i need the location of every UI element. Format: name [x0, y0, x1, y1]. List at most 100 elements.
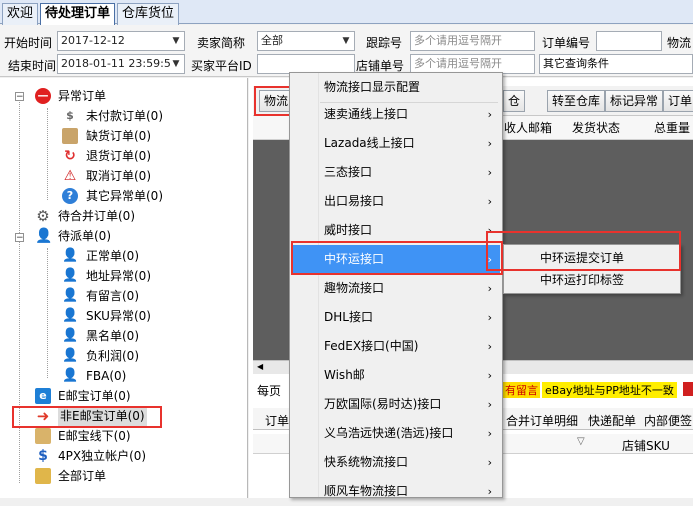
tree-item-dispatch[interactable]: 待派单(0) — [58, 226, 111, 246]
tab-warehouse-location[interactable]: 仓库货位 — [117, 3, 180, 25]
bottom-tab-merge-detail[interactable]: 合并订单明细 — [506, 412, 578, 429]
tree-item-unpaid[interactable]: 未付款订单(0) — [86, 106, 163, 126]
start-time-picker[interactable]: 2017-12-12 ▼ — [57, 31, 185, 51]
tree-item-refund[interactable]: 退货订单(0) — [86, 146, 151, 166]
menu-item-shunfengche[interactable]: 顺风车物流接口 › — [292, 477, 500, 506]
tab-pending-orders[interactable]: 待处理订单 — [40, 3, 116, 25]
filter-panel: 开始时间 2017-12-12 ▼ 结束时间 2018-01-11 23:59:… — [0, 25, 693, 77]
package-icon — [35, 468, 51, 484]
chevron-down-icon[interactable]: ▼ — [338, 32, 354, 50]
tab-welcome[interactable]: 欢迎 — [2, 3, 39, 25]
tree-item-abnormal[interactable]: 异常订单 — [58, 86, 106, 106]
chevron-right-icon: › — [487, 398, 492, 411]
chevron-right-icon: › — [487, 282, 492, 295]
collapse-toggle[interactable]: − — [15, 92, 24, 102]
logistics-label: 物流 — [667, 36, 692, 50]
menu-item-lazada[interactable]: Lazada线上接口 › — [292, 129, 500, 158]
other-conditions-field[interactable]: 其它查询条件 — [539, 54, 693, 74]
menu-item-kuaixitong[interactable]: 快系统物流接口 › — [292, 448, 500, 477]
chevron-right-icon: › — [487, 195, 492, 208]
bottom-tab-internal-note[interactable]: 内部便签 — [644, 412, 692, 429]
menu-item-logistics-config[interactable]: 物流接口显示配置 — [292, 73, 500, 102]
tree-item-blacklist[interactable]: 黑名单(0) — [86, 326, 139, 346]
tree-item-negative[interactable]: 负利润(0) — [86, 346, 139, 366]
user-icon: 👤 — [62, 288, 79, 303]
menu-item-wish[interactable]: Wish邮 › — [292, 361, 500, 390]
chevron-down-icon[interactable]: ▼ — [168, 32, 184, 50]
buyer-id-input[interactable] — [257, 54, 355, 74]
col-total-weight[interactable]: 总重量 — [654, 118, 690, 138]
warning-tag: 有留言 — [503, 382, 540, 398]
annotation-highlight-box — [12, 406, 162, 428]
store-order-input[interactable]: 多个请用逗号隔开 — [410, 54, 535, 74]
warning-color-tag — [683, 382, 693, 396]
ebay-icon: e — [35, 388, 51, 404]
gear-icon: ⚙ — [36, 207, 50, 225]
order-no-label: 订单编号 — [542, 36, 591, 50]
menu-item-wanou[interactable]: 万欧国际(易时达)接口 › — [292, 390, 500, 419]
order-category-tree: − — 异常订单 $ 未付款订单(0) 缺货订单(0) ↻ 退货订单(0) ⚠ … — [0, 78, 248, 498]
tree-item-cancel[interactable]: 取消订单(0) — [86, 166, 151, 186]
chevron-down-icon[interactable]: ▼ — [168, 55, 184, 73]
user-icon: 👤 — [62, 328, 79, 343]
col-recipient-email[interactable]: 收人邮箱 — [504, 118, 552, 138]
bottom-tab-order[interactable]: 订单 — [265, 412, 289, 429]
order-button[interactable]: 订单 — [663, 90, 693, 112]
tree-item-4px[interactable]: 4PX独立帐户(0) — [58, 446, 146, 466]
menu-item-haoyuan[interactable]: 义乌浩远快递(浩远)接口 › — [292, 419, 500, 448]
end-time-value: 2018-01-11 23:59:5 — [61, 57, 171, 70]
scroll-left-icon[interactable]: ◀ — [257, 363, 265, 371]
tree-item-address[interactable]: 地址异常(0) — [86, 266, 151, 286]
order-no-input[interactable] — [596, 31, 662, 51]
col-ship-status[interactable]: 发货状态 — [572, 118, 620, 138]
chevron-right-icon: › — [487, 427, 492, 440]
menu-item-aliexpress[interactable]: 速卖通线上接口 › — [292, 100, 500, 129]
annotation-highlight-box — [291, 241, 503, 275]
tree-item-sku[interactable]: SKU异常(0) — [86, 306, 151, 326]
menu-item-quwuliu[interactable]: 趣物流接口 › — [292, 274, 500, 303]
chevron-right-icon: › — [487, 137, 492, 150]
chevron-right-icon: › — [487, 456, 492, 469]
transfer-warehouse-button[interactable]: 转至仓库 — [547, 90, 606, 112]
seller-select-value: 全部 — [261, 34, 283, 47]
tree-item-merge[interactable]: 待合并订单(0) — [58, 206, 135, 226]
address-mismatch-warning: eBay地址与PP地址不一致 — [542, 382, 677, 398]
tracking-no-label: 跟踪号 — [366, 36, 403, 50]
submenu-item-print-label[interactable]: 中环运打印标签 — [506, 269, 678, 291]
menu-item-santai[interactable]: 三态接口 › — [292, 158, 500, 187]
chevron-right-icon: › — [487, 485, 492, 498]
collapse-toggle[interactable]: − — [15, 233, 24, 243]
tracking-no-input[interactable]: 多个请用逗号隔开 — [410, 31, 535, 51]
user-icon: 👤 — [62, 308, 79, 323]
bottom-tab-fast-dispatch[interactable]: 快递配单 — [588, 412, 636, 429]
tab-bar: 欢迎 待处理订单 仓库货位 — [0, 0, 693, 25]
menu-item-fedex[interactable]: FedEX接口(中国) › — [292, 332, 500, 361]
chevron-right-icon: › — [487, 340, 492, 353]
col-store-sku[interactable]: 店铺SKU — [622, 437, 670, 454]
chevron-right-icon: › — [487, 369, 492, 382]
end-time-picker[interactable]: 2018-01-11 23:59:5 ▼ — [57, 54, 185, 74]
tree-item-other-abnormal[interactable]: 其它异常单(0) — [86, 186, 163, 206]
sort-down-icon[interactable]: ▽ — [577, 436, 585, 447]
tree-item-all[interactable]: 全部订单 — [58, 466, 106, 486]
menu-item-dhl[interactable]: DHL接口 › — [292, 303, 500, 332]
annotation-highlight-box — [486, 231, 681, 271]
seller-select[interactable]: 全部 ▼ — [257, 31, 355, 51]
zhonghuanyun-submenu: 中环运提交订单 中环运打印标签 — [486, 231, 681, 294]
warehouse-button[interactable]: 仓 — [503, 90, 526, 112]
refresh-icon: ↻ — [64, 148, 76, 164]
tree-item-ebay-offline[interactable]: E邮宝线下(0) — [58, 426, 131, 446]
user-icon: 👤 — [62, 348, 79, 363]
tree-item-stockout[interactable]: 缺货订单(0) — [86, 126, 151, 146]
tree-item-message[interactable]: 有留言(0) — [86, 286, 139, 306]
user-icon: 👤 — [62, 268, 79, 283]
tree-item-ebay[interactable]: E邮宝订单(0) — [58, 386, 131, 406]
dollar-icon: $ — [66, 109, 74, 122]
tree-item-normal[interactable]: 正常单(0) — [86, 246, 139, 266]
dollar-icon: $ — [38, 448, 48, 464]
menu-item-chukou1[interactable]: 出口易接口 › — [292, 187, 500, 216]
no-entry-icon: — — [35, 88, 51, 104]
warning-icon: ⚠ — [63, 168, 77, 184]
mark-abnormal-button[interactable]: 标记异常 — [605, 90, 664, 112]
tree-item-fba[interactable]: FBA(0) — [86, 366, 126, 386]
